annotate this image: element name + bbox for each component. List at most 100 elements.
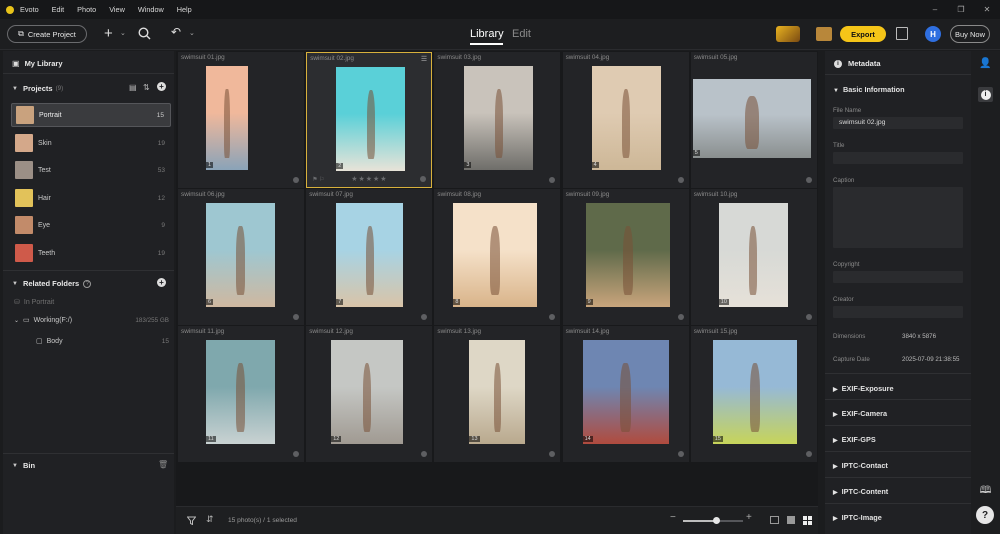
exif-gps-header[interactable]: ▶ EXIF-GPS — [833, 435, 876, 444]
photo-thumbnail[interactable] — [453, 203, 538, 307]
photo-mark-dot[interactable] — [805, 314, 812, 320]
photo-mark-dot[interactable] — [293, 177, 299, 183]
menu-edit[interactable]: Edit — [52, 5, 65, 14]
undo-icon[interactable]: ↶ — [171, 25, 181, 39]
photo-cell[interactable]: swimsuit 06.jpg 6 — [178, 189, 304, 325]
help-button[interactable]: ? — [976, 506, 994, 524]
photo-cell[interactable]: swimsuit 10.jpg 10 — [690, 189, 817, 325]
project-item-portrait[interactable]: Portrait 15 — [11, 103, 171, 127]
photo-thumbnail[interactable] — [591, 66, 661, 170]
photo-mark-dot[interactable] — [805, 451, 812, 457]
photo-mark-dot[interactable] — [677, 451, 684, 457]
photo-thumbnail[interactable] — [464, 66, 534, 170]
file-name-field[interactable]: swimsuit 02.jpg — [833, 117, 963, 129]
my-library-header[interactable]: ▣ My Library — [12, 59, 63, 68]
caption-field[interactable] — [833, 187, 963, 248]
person-star-icon[interactable]: 👤 — [978, 56, 993, 71]
close-icon[interactable]: ✕ — [974, 5, 1000, 14]
layout-icon[interactable]: ▤ — [129, 83, 137, 92]
project-item-skin[interactable]: Skin 19 — [11, 131, 171, 155]
book-icon[interactable]: 🕮 — [978, 484, 993, 499]
menu-view[interactable]: View — [109, 5, 125, 14]
tab-library[interactable]: Library — [470, 28, 504, 40]
photo-thumbnail[interactable] — [336, 203, 404, 307]
photo-cell[interactable]: swimsuit 13.jpg 13 — [434, 326, 561, 462]
photo-cell[interactable]: swimsuit 07.jpg 7 — [306, 189, 433, 325]
title-field[interactable] — [833, 152, 963, 164]
chevron-down-icon[interactable]: ⌄ — [120, 29, 126, 37]
sort-icon[interactable]: ⇅ — [143, 83, 150, 92]
folder-working[interactable]: ⌄ ▭ Working(F:/) 183/255 GB — [14, 316, 169, 325]
help-icon[interactable]: ? — [83, 279, 92, 288]
search-icon[interactable] — [138, 27, 151, 40]
photo-thumbnail[interactable] — [206, 66, 248, 170]
photo-mark-dot[interactable] — [421, 451, 428, 457]
photo-cell[interactable]: swimsuit 05.jpg 5 — [690, 52, 817, 188]
add-icon[interactable]: + — [104, 25, 113, 42]
creator-field[interactable] — [833, 306, 963, 318]
photo-mark-dot[interactable] — [549, 451, 556, 457]
photo-mark-dot[interactable] — [420, 176, 427, 182]
photo-cell[interactable]: swimsuit 04.jpg 4 — [562, 52, 689, 188]
avatar[interactable]: H — [925, 26, 941, 42]
zoom-out-icon[interactable]: − — [670, 512, 676, 523]
iptc-content-header[interactable]: ▶ IPTC-Content — [833, 487, 888, 496]
photo-mark-dot[interactable] — [805, 177, 812, 183]
menu-evoto[interactable]: Evoto — [20, 5, 39, 14]
project-item-hair[interactable]: Hair 12 — [11, 186, 171, 210]
photo-menu-icon[interactable]: ☰ — [421, 55, 427, 63]
buy-now-button[interactable]: Buy Now — [950, 25, 990, 43]
info-panel-icon[interactable]: i — [978, 87, 993, 102]
photo-cell[interactable]: swimsuit 03.jpg 3 — [434, 52, 561, 188]
photo-mark-dot[interactable] — [677, 314, 684, 320]
photo-cell[interactable]: swimsuit 01.jpg 1 — [178, 52, 304, 188]
photo-thumbnail[interactable] — [331, 340, 404, 444]
photo-mark-dot[interactable] — [677, 177, 684, 183]
star-rating[interactable]: ★★★★★ — [351, 175, 387, 183]
related-folders-header[interactable]: ▼ Related Folders ? — [12, 279, 92, 288]
iptc-image-header[interactable]: ▶ IPTC-Image — [833, 513, 882, 522]
photo-thumbnail[interactable] — [582, 340, 669, 444]
iptc-contact-header[interactable]: ▶ IPTC-Contact — [833, 461, 888, 470]
photo-cell[interactable]: swimsuit 14.jpg 14 — [562, 326, 689, 462]
trash-icon[interactable]: 🗑 — [158, 460, 168, 469]
zoom-slider[interactable] — [683, 517, 743, 524]
photo-cell[interactable]: swimsuit 11.jpg 11 — [178, 326, 304, 462]
photo-mark-dot[interactable] — [421, 314, 428, 320]
zoom-in-icon[interactable]: + — [746, 512, 752, 523]
tab-edit[interactable]: Edit — [512, 28, 531, 40]
single-view-icon[interactable] — [787, 516, 795, 524]
gift-icon[interactable] — [816, 27, 832, 41]
projects-header[interactable]: ▼ Projects (9) — [12, 84, 63, 93]
project-item-teeth[interactable]: Teeth 19 — [11, 241, 171, 265]
photo-cell[interactable]: swimsuit 15.jpg 15 — [690, 326, 817, 462]
project-item-eye[interactable]: Eye 9 — [11, 213, 171, 237]
folder-body[interactable]: ▢ Body 15 — [36, 337, 169, 346]
restore-icon[interactable]: ❐ — [948, 5, 974, 14]
photo-mark-dot[interactable] — [549, 177, 556, 183]
photo-thumbnail[interactable] — [585, 203, 670, 307]
compare-icon[interactable] — [896, 27, 908, 40]
undo-dropdown-icon[interactable]: ⌄ — [189, 29, 195, 37]
photo-thumbnail[interactable] — [336, 67, 406, 171]
photo-mark-dot[interactable] — [293, 451, 299, 457]
photo-cell[interactable]: swimsuit 12.jpg 12 — [306, 326, 433, 462]
exif-camera-header[interactable]: ▶ EXIF-Camera — [833, 409, 887, 418]
photo-mark-dot[interactable] — [293, 314, 299, 320]
minimize-icon[interactable]: – — [922, 5, 948, 14]
sort-order-icon[interactable]: ⇵ — [206, 514, 214, 525]
bin-header[interactable]: ▼ Bin — [12, 461, 35, 470]
export-button[interactable]: Export — [840, 26, 886, 42]
photo-cell[interactable]: swimsuit 08.jpg 8 — [434, 189, 561, 325]
basic-information-header[interactable]: ▼ Basic Information — [833, 85, 905, 94]
menu-help[interactable]: Help — [177, 5, 192, 14]
menu-window[interactable]: Window — [138, 5, 164, 14]
photo-cell[interactable]: swimsuit 02.jpg 2 ☰ ⚑ ⚐ ★★★★★ — [306, 52, 433, 188]
filter-icon[interactable] — [187, 516, 196, 525]
copyright-field[interactable] — [833, 271, 963, 283]
photo-mark-dot[interactable] — [549, 314, 556, 320]
photo-thumbnail[interactable] — [206, 203, 275, 307]
exif-exposure-header[interactable]: ▶ EXIF-Exposure — [833, 384, 894, 393]
photo-thumbnail[interactable] — [712, 340, 797, 444]
flag-icons[interactable]: ⚑ ⚐ — [312, 176, 324, 183]
